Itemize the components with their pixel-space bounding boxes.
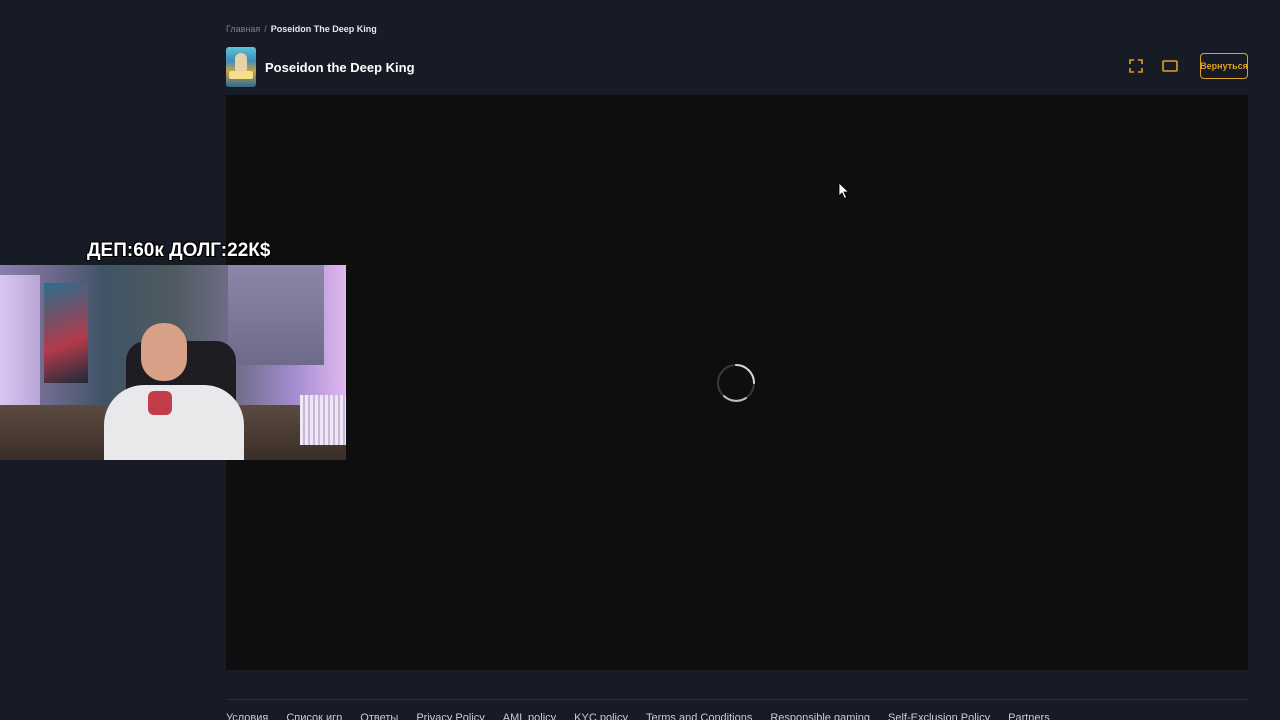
footer-divider [226,699,1248,700]
breadcrumb-home-link[interactable]: Главная [226,24,260,34]
webcam-poster [44,283,88,383]
thumbnail-logo [229,71,253,79]
footer-link[interactable]: Terms and Conditions [646,712,752,720]
webcam-window [228,265,324,365]
fullscreen-icon [1129,59,1143,73]
breadcrumb-current: Poseidon The Deep King [270,24,377,34]
footer-link[interactable]: Ответы [360,712,398,720]
return-button[interactable]: Вернуться [1200,53,1248,79]
header-controls: Вернуться [1126,53,1248,79]
webcam-hand [148,391,172,415]
footer-link[interactable]: Privacy Policy [416,712,484,720]
footer-link[interactable]: Responsible gaming [770,712,870,720]
mouse-cursor-icon [838,182,850,200]
game-frame[interactable] [226,95,1248,670]
footer-links: Условия Список игр Ответы Privacy Policy… [226,712,1248,720]
webcam-person-body [104,385,244,460]
webcam-overlay [0,265,346,460]
breadcrumb-separator: / [264,24,267,34]
theater-mode-icon [1162,60,1178,72]
theater-mode-button[interactable] [1160,56,1180,76]
fullscreen-button[interactable] [1126,56,1146,76]
footer-link[interactable]: Self-Exclusion Policy [888,712,990,720]
footer-link[interactable]: Условия [226,712,268,720]
breadcrumb: Главная / Poseidon The Deep King [226,24,377,34]
casino-game-page: Главная / Poseidon The Deep King Poseido… [0,0,1280,720]
footer-link[interactable]: AML policy [503,712,556,720]
webcam-person-head [141,323,187,381]
loading-spinner-icon [717,364,755,402]
footer-link[interactable]: Список игр [286,712,342,720]
game-thumbnail [226,47,256,87]
game-title: Poseidon the Deep King [265,59,415,75]
stream-overlay-label: ДЕП:60к ДОЛГ:22К$ [87,240,271,261]
footer-link[interactable]: KYC policy [574,712,628,720]
webcam-radiator [300,395,346,445]
game-header: Poseidon the Deep King Вернуться [226,47,1248,87]
footer-link[interactable]: Partners [1008,712,1050,720]
thumbnail-figure [235,53,247,71]
